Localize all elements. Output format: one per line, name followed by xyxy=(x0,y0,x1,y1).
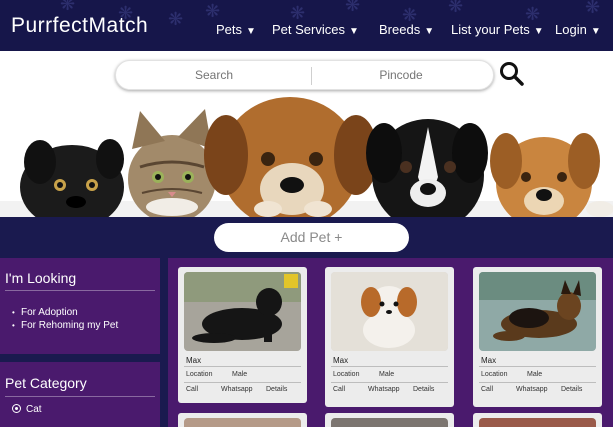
search-icon xyxy=(500,62,524,86)
pet-photo-image xyxy=(331,272,448,351)
navbar: ❋ ❋ ❋ ❋ ❋ ❋ ❋ ❋ ❋ ❋ PurrfectMatch Pets ▼ … xyxy=(0,0,613,51)
pet-card[interactable]: Max Location Male Call Whatsapp Details xyxy=(473,267,602,407)
pet-grid: Max Location Male Call Whatsapp Details … xyxy=(168,258,613,427)
divider xyxy=(331,366,448,367)
details-button[interactable]: Details xyxy=(266,386,287,393)
paw-print-icon: ❋ xyxy=(290,3,306,23)
pet-card[interactable]: Max Location Male Call Whatsapp Details xyxy=(178,267,307,403)
pet-name: Max xyxy=(481,356,497,365)
pet-photo[interactable] xyxy=(331,272,448,351)
chevron-down-icon: ▼ xyxy=(533,26,544,37)
hero-pets-image xyxy=(0,97,613,217)
search-divider xyxy=(311,67,312,85)
pet-sex: Male xyxy=(379,371,395,378)
nav-pet-services[interactable]: Pet Services ▼ xyxy=(272,22,359,37)
whatsapp-button[interactable]: Whatsapp xyxy=(221,386,253,393)
looking-option-adoption[interactable]: • For Adoption xyxy=(12,306,118,319)
category-panel: Pet Category Cat xyxy=(0,362,160,427)
details-button[interactable]: Details xyxy=(413,386,434,393)
pet-photo[interactable] xyxy=(184,272,301,351)
pet-card[interactable]: Max Location Male Call Whatsapp Details xyxy=(325,267,454,407)
pet-photo[interactable] xyxy=(331,418,448,427)
looking-option-label: For Adoption xyxy=(21,307,78,318)
pet-photo[interactable] xyxy=(479,272,596,351)
nav-login[interactable]: Login ▼ xyxy=(555,22,601,37)
nav-list-your-pets-label: List your Pets xyxy=(451,22,530,37)
paw-print-icon: ❋ xyxy=(205,1,221,21)
pet-card[interactable] xyxy=(178,413,307,427)
pet-card[interactable] xyxy=(473,413,602,427)
divider xyxy=(479,382,596,383)
search-button[interactable] xyxy=(498,60,526,88)
nav-breeds[interactable]: Breeds ▼ xyxy=(379,22,434,37)
whatsapp-button[interactable]: Whatsapp xyxy=(516,386,548,393)
pet-sex: Male xyxy=(527,371,543,378)
bullet-icon: • xyxy=(12,308,15,317)
add-pet-button[interactable]: Add Pet + xyxy=(214,223,409,252)
category-option-label: Cat xyxy=(26,404,42,415)
divider xyxy=(331,382,448,383)
pet-sex: Male xyxy=(232,371,248,378)
paw-print-icon: ❋ xyxy=(448,0,464,16)
chevron-down-icon: ▼ xyxy=(590,26,601,37)
pet-card[interactable] xyxy=(325,413,454,427)
search-pill xyxy=(115,60,494,90)
divider xyxy=(5,290,155,291)
looking-option-rehoming[interactable]: • For Rehoming my Pet xyxy=(12,319,118,332)
nav-login-label: Login xyxy=(555,22,587,37)
pet-photo[interactable] xyxy=(184,418,301,427)
paw-print-icon: ❋ xyxy=(525,4,541,24)
divider xyxy=(5,396,155,397)
whatsapp-button[interactable]: Whatsapp xyxy=(368,386,400,393)
pet-name: Max xyxy=(333,356,349,365)
category-title: Pet Category xyxy=(5,375,87,391)
pet-photo-image xyxy=(479,272,596,351)
looking-panel: I'm Looking • For Adoption • For Rehoming … xyxy=(0,258,160,354)
looking-option-label: For Rehoming my Pet xyxy=(21,320,119,331)
nav-pets[interactable]: Pets ▼ xyxy=(216,22,256,37)
paw-print-icon: ❋ xyxy=(585,0,601,17)
radio-button-icon[interactable] xyxy=(12,404,21,413)
chevron-down-icon: ▼ xyxy=(348,26,359,37)
category-option-cat[interactable]: Cat xyxy=(12,404,42,415)
nav-breeds-label: Breeds xyxy=(379,22,421,37)
chevron-down-icon: ▼ xyxy=(424,26,435,37)
pet-location: Location xyxy=(186,371,213,378)
call-button[interactable]: Call xyxy=(186,386,198,393)
search-input[interactable] xyxy=(124,63,304,87)
looking-title: I'm Looking xyxy=(5,270,77,286)
bullet-icon: • xyxy=(12,321,15,330)
nav-list-your-pets[interactable]: List your Pets ▼ xyxy=(451,22,544,37)
chevron-down-icon: ▼ xyxy=(246,26,256,37)
pincode-input[interactable] xyxy=(316,63,486,87)
paw-print-icon: ❋ xyxy=(345,0,361,15)
hero-banner xyxy=(0,97,613,217)
divider xyxy=(184,382,301,383)
pet-location: Location xyxy=(333,371,360,378)
pet-photo-image xyxy=(184,272,301,351)
divider xyxy=(184,366,301,367)
nav-pet-services-label: Pet Services xyxy=(272,22,345,37)
pet-photo[interactable] xyxy=(479,418,596,427)
nav-pets-label: Pets xyxy=(216,22,243,37)
add-pet-band: Add Pet + xyxy=(0,217,613,258)
brand-logo[interactable]: PurrfectMatch xyxy=(11,14,148,38)
pet-location: Location xyxy=(481,371,508,378)
details-button[interactable]: Details xyxy=(561,386,582,393)
paw-print-icon: ❋ xyxy=(168,9,184,29)
call-button[interactable]: Call xyxy=(333,386,345,393)
divider xyxy=(479,366,596,367)
call-button[interactable]: Call xyxy=(481,386,493,393)
pet-name: Max xyxy=(186,356,202,365)
looking-list: • For Adoption • For Rehoming my Pet xyxy=(12,306,118,332)
paw-print-icon: ❋ xyxy=(60,0,76,14)
